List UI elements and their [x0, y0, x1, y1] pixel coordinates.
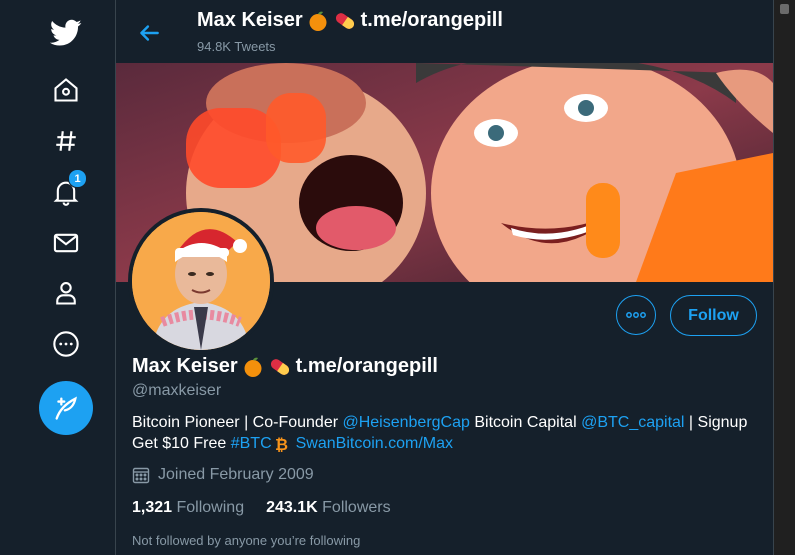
- profile-bio: Bitcoin Pioneer | Co-Founder @Heisenberg…: [132, 412, 762, 454]
- pill-emoji-icon: [270, 358, 289, 375]
- bio-hashtag-btc[interactable]: #BTC: [231, 435, 272, 452]
- svg-text:₿: ₿: [275, 435, 288, 453]
- follow-button[interactable]: Follow: [670, 295, 757, 336]
- tweet-count: 94.8K Tweets: [197, 39, 276, 54]
- nav-notifications[interactable]: 1: [41, 167, 91, 217]
- mail-icon: [53, 233, 79, 253]
- profile-name: Max Keiser t.me/orangepill: [132, 355, 438, 378]
- following-count: 1,321: [132, 499, 173, 516]
- header-name-suffix: t.me/orangepill: [360, 9, 503, 31]
- nav-profile[interactable]: [41, 268, 91, 318]
- orange-emoji-icon: [244, 357, 262, 377]
- pill-emoji-icon: [335, 12, 354, 29]
- nav-messages[interactable]: [41, 218, 91, 268]
- joined-text: Joined February 2009: [158, 466, 314, 483]
- following-link[interactable]: 1,321 Following: [132, 499, 244, 517]
- avatar-illustration: [132, 212, 270, 350]
- back-arrow-icon[interactable]: [136, 20, 162, 46]
- profile-column: Max Keiser t.me/orangepill 94.8K Tweets: [116, 0, 773, 555]
- orange-emoji-icon: [309, 11, 327, 31]
- nav-home[interactable]: [41, 65, 91, 115]
- bio-text-1: Bitcoin Pioneer | Co-Founder: [132, 414, 343, 431]
- hashtag-icon: [56, 131, 76, 151]
- nav-twitter-logo[interactable]: [41, 8, 91, 58]
- profile-handle: @maxkeiser: [132, 382, 222, 399]
- joined-date: Joined February 2009: [132, 466, 314, 484]
- profile-header: Max Keiser t.me/orangepill 94.8K Tweets: [116, 0, 773, 62]
- profile-display-name: Max Keiser: [132, 355, 238, 377]
- bitcoin-emoji-icon: ₿: [275, 435, 288, 453]
- calendar-icon: [132, 467, 150, 484]
- followers-link[interactable]: 243.1K Followers: [266, 499, 391, 517]
- nav-more[interactable]: [41, 319, 91, 369]
- avatar-image: [132, 212, 270, 350]
- bio-mention-heisenbergcap[interactable]: @HeisenbergCap: [342, 414, 469, 431]
- twitter-bird-icon: [50, 19, 82, 46]
- profile-avatar[interactable]: [128, 208, 274, 354]
- left-nav: 1: [0, 0, 115, 555]
- followers-label: Followers: [322, 499, 391, 516]
- scrollbar[interactable]: [774, 0, 795, 555]
- followers-count: 243.1K: [266, 499, 318, 516]
- header-name: Max Keiser: [197, 9, 303, 31]
- profile-icon: [56, 282, 76, 305]
- compose-tweet-button[interactable]: [39, 381, 93, 435]
- bio-text-2: Bitcoin Capital: [469, 414, 582, 431]
- compose-tweet-icon: [55, 396, 77, 420]
- more-circle-icon: [53, 331, 79, 357]
- more-horizontal-icon: [626, 312, 646, 318]
- bio-mention-btc-capital[interactable]: @BTC_capital: [581, 414, 684, 431]
- following-label: Following: [176, 499, 245, 516]
- follow-stats: 1,321 Following 243.1K Followers: [132, 499, 391, 517]
- profile-name-suffix: t.me/orangepill: [295, 355, 438, 377]
- nav-explore[interactable]: [41, 116, 91, 166]
- not-followed-note: Not followed by anyone you’re following: [132, 533, 361, 548]
- more-options-button[interactable]: [616, 295, 656, 335]
- header-title: Max Keiser t.me/orangepill: [197, 9, 503, 32]
- home-icon: [54, 78, 78, 102]
- bio-link-swanbitcoin[interactable]: SwanBitcoin.com/Max: [296, 435, 453, 452]
- scrollbar-thumb[interactable]: [780, 4, 789, 14]
- notification-badge: 1: [68, 169, 87, 188]
